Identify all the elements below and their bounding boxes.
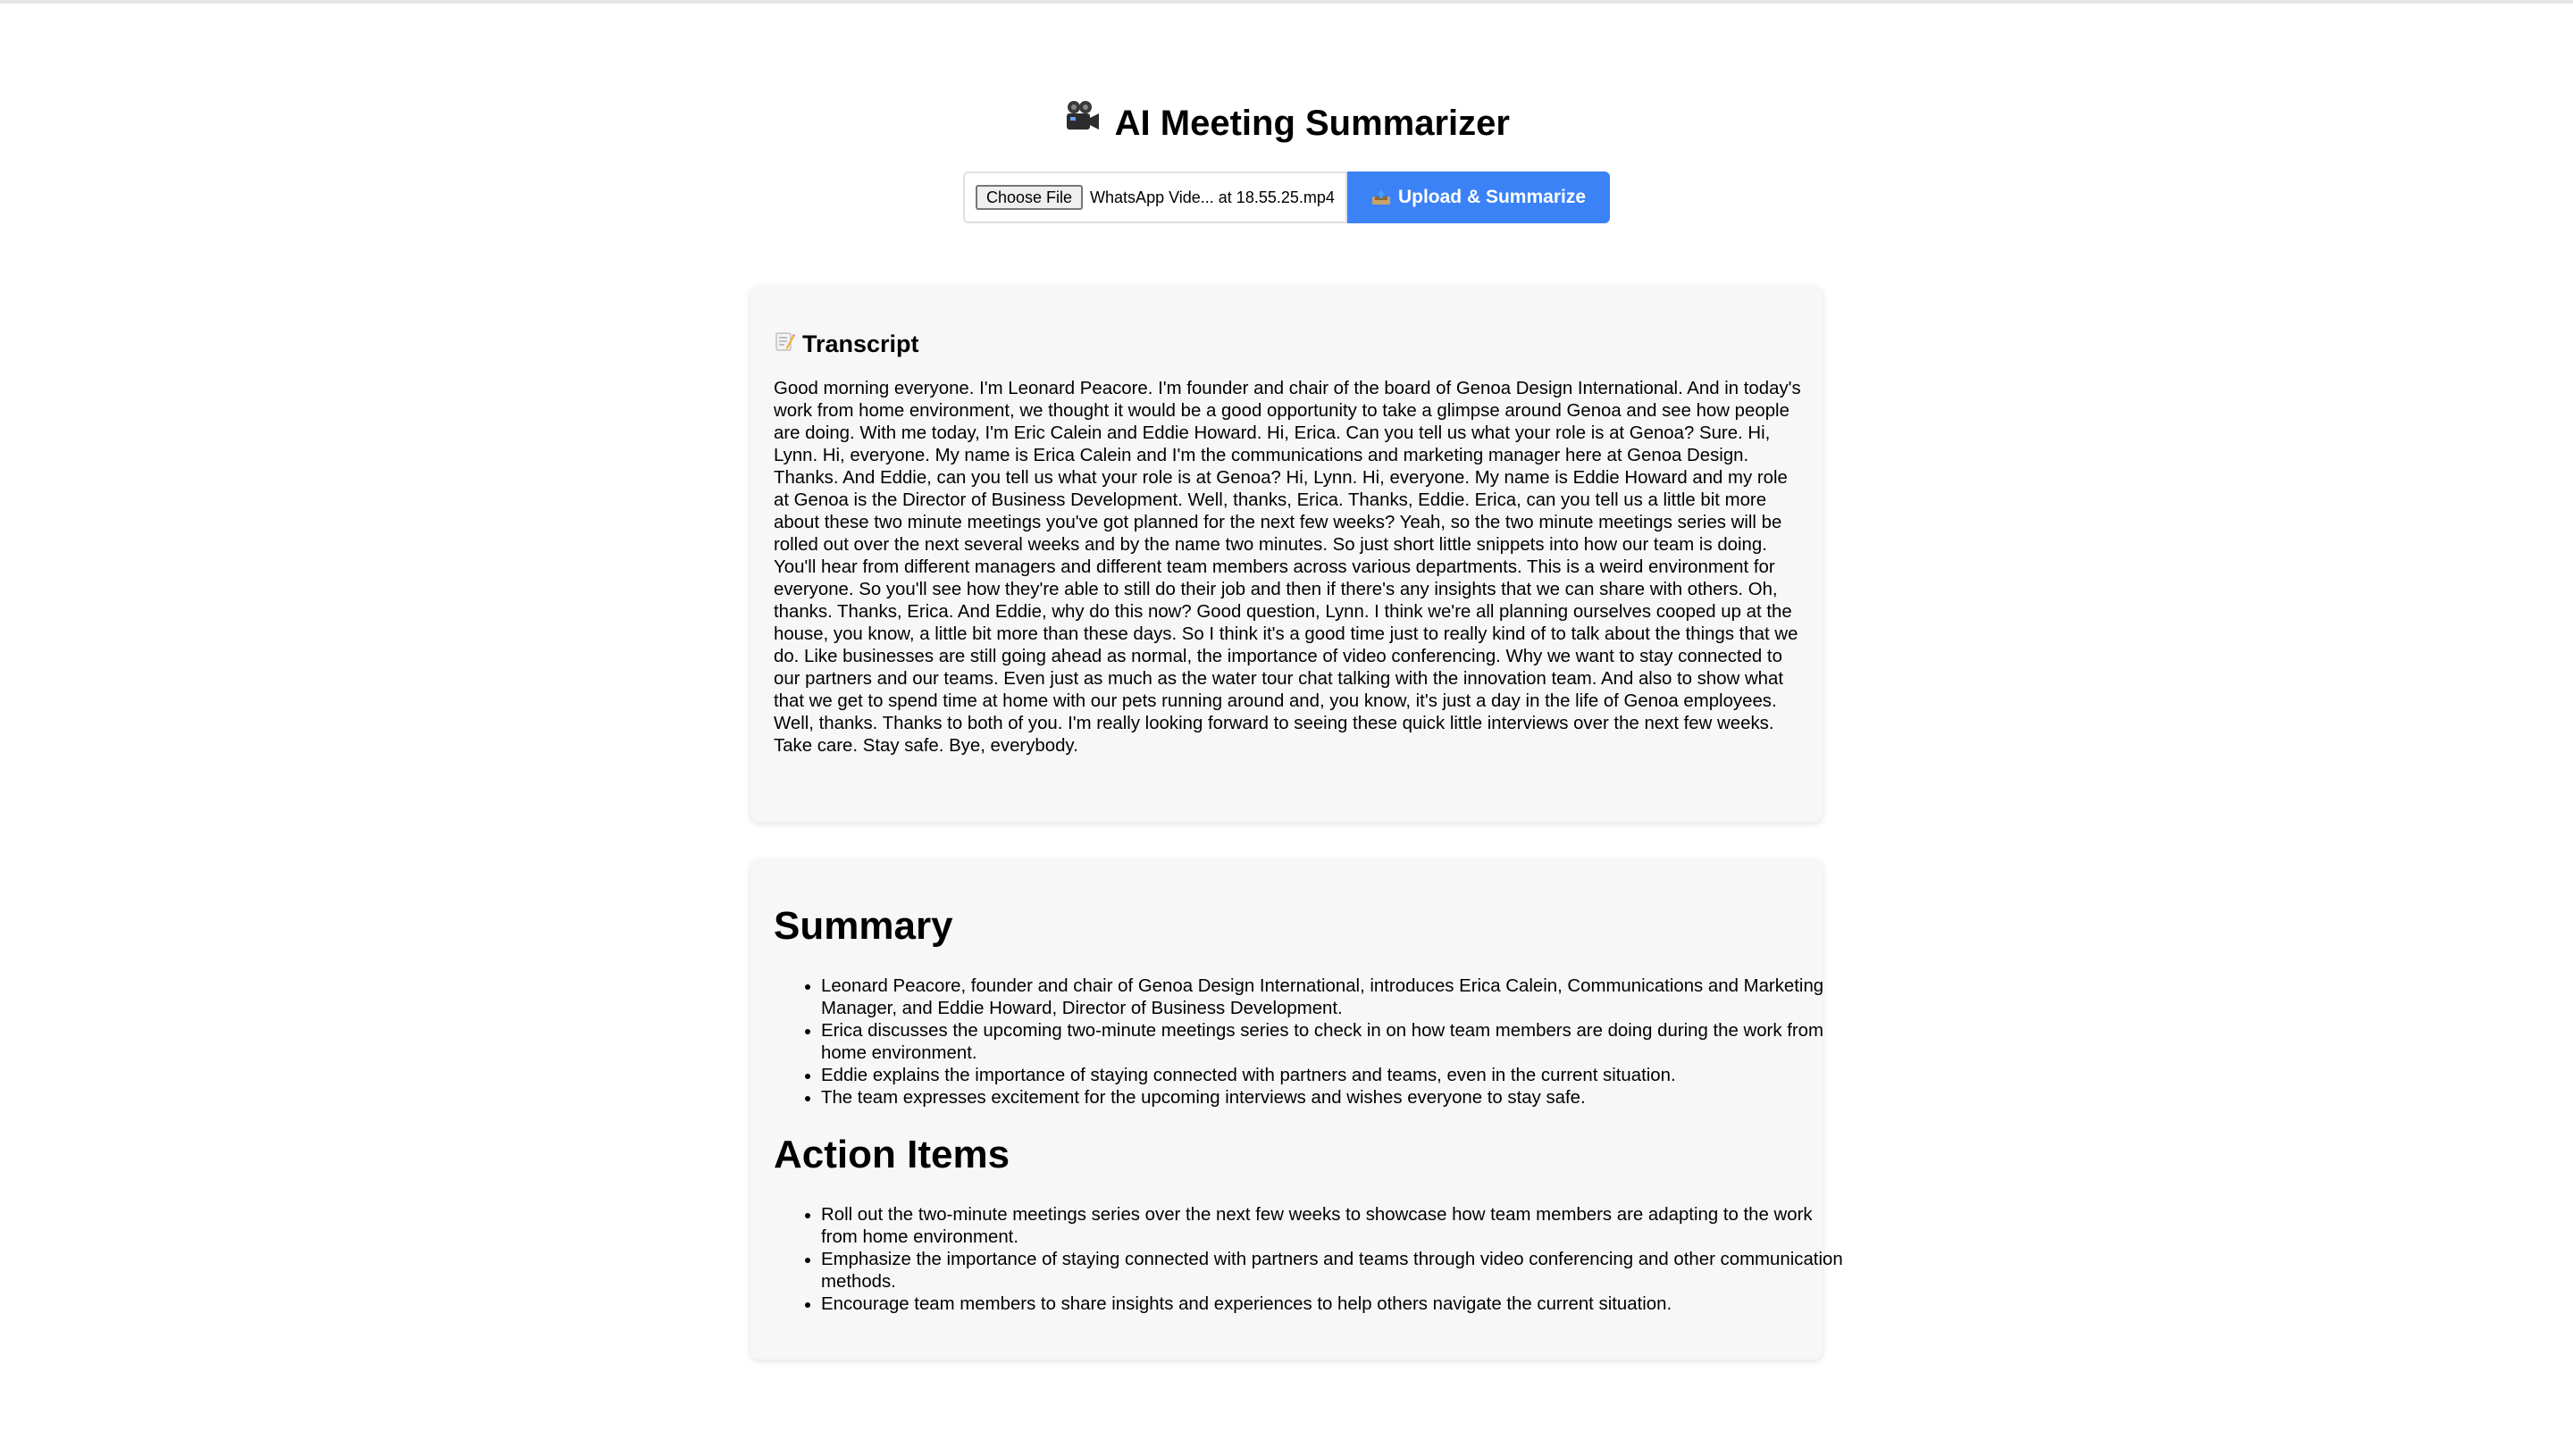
page-title-text: AI Meeting Summarizer — [1114, 104, 1510, 143]
summary-heading: Summary — [774, 904, 953, 948]
action-item: Emphasize the importance of staying conn… — [821, 1249, 1848, 1293]
action-item: Encourage team members to share insights… — [821, 1293, 1848, 1316]
summary-item: The team expresses excitement for the up… — [821, 1087, 1848, 1109]
transcript-heading-text: Transcript — [802, 331, 919, 357]
movie-camera-icon — [1063, 96, 1101, 149]
memo-icon — [774, 331, 795, 358]
selected-file-name: WhatsApp Vide... at 18.55.25.mp4 — [1090, 188, 1335, 206]
summary-card: Summary Leonard Peacore, founder and cha… — [750, 859, 1843, 1360]
summary-item: Erica discusses the upcoming two-minute … — [821, 1020, 1848, 1065]
summary-item: Eddie explains the importance of staying… — [821, 1065, 1848, 1087]
summary-item: Leonard Peacore, founder and chair of Ge… — [821, 975, 1848, 1020]
action-item: Roll out the two-minute meetings series … — [821, 1204, 1848, 1249]
upload-form: Choose File WhatsApp Vide... at 18.55.25… — [963, 172, 1610, 223]
page: AI Meeting Summarizer Choose File WhatsA… — [0, 0, 2573, 1456]
transcript-heading: Transcript — [774, 331, 919, 358]
action-items-list: Roll out the two-minute meetings series … — [774, 1204, 1848, 1316]
upload-summarize-label: Upload & Summarize — [1397, 187, 1587, 207]
page-title: AI Meeting Summarizer — [0, 96, 2573, 152]
transcript-card: Transcript Good morning everyone. I'm Le… — [750, 286, 1823, 822]
inbox-tray-icon — [1371, 189, 1391, 205]
action-items-heading: Action Items — [774, 1133, 1010, 1176]
upload-summarize-button[interactable]: Upload & Summarize — [1347, 172, 1610, 223]
file-input[interactable]: Choose File WhatsApp Vide... at 18.55.25… — [963, 172, 1347, 223]
transcript-text: Good morning everyone. I'm Leonard Peaco… — [774, 379, 1801, 756]
choose-file-button[interactable]: Choose File — [976, 185, 1084, 210]
summary-list: Leonard Peacore, founder and chair of Ge… — [774, 975, 1848, 1109]
